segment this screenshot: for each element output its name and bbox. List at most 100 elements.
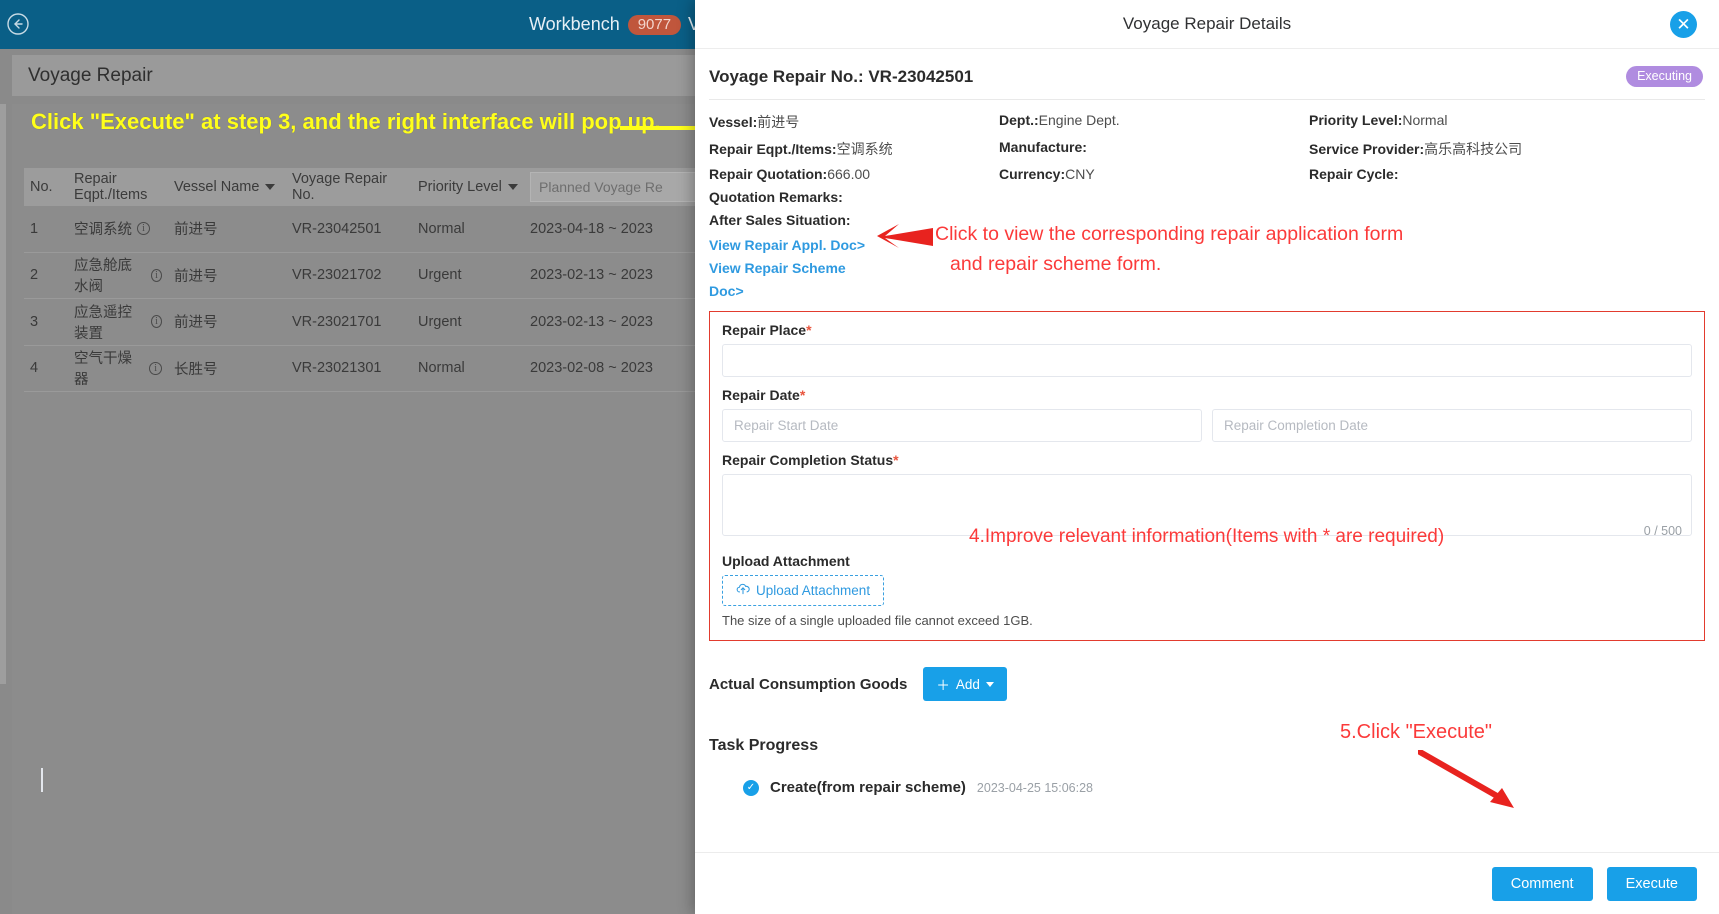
actual-consumption-goods-row: Actual Consumption Goods ＋ Add (709, 667, 1705, 701)
info-icon[interactable]: i (150, 315, 162, 329)
timeline-item-title: Create(from repair scheme) (770, 779, 966, 796)
info-icon[interactable]: i (150, 268, 162, 282)
repair-no-text: Voyage Repair No.: VR-23042501 (709, 66, 974, 86)
back-arrow-circle-icon[interactable] (6, 12, 30, 36)
timeline-connector (41, 768, 43, 792)
character-counter: 0 / 500 (1643, 524, 1682, 538)
comment-button[interactable]: Comment (1491, 866, 1593, 901)
meta-manufacture: Manufacture: (999, 139, 1309, 159)
meta-vessel: Vessel:前进号 (709, 112, 999, 132)
column-header-priority-level[interactable]: Priority Level (412, 179, 524, 195)
meta-manufacture-label: Manufacture: (999, 139, 1087, 155)
task-progress-title: Task Progress (709, 737, 819, 754)
meta-service-provider-label: Service Provider: (1309, 141, 1425, 157)
add-consumption-goods-button[interactable]: ＋ Add (923, 667, 1007, 701)
meta-service-provider-value: 高乐高科技公司 (1424, 141, 1523, 157)
repair-place-input[interactable] (722, 344, 1692, 377)
meta-priority-value: Normal (1402, 112, 1448, 128)
actual-consumption-goods-label: Actual Consumption Goods (709, 675, 908, 693)
cell-vessel-name: 长胜号 (174, 361, 218, 378)
meta-repair-quotation-value: 666.00 (827, 166, 871, 182)
column-header-no: No. (30, 179, 53, 195)
meta-repair-eqpt-label: Repair Eqpt./Items: (709, 141, 837, 157)
cell-priority-level: Urgent (418, 267, 462, 284)
cell-repair-eqpt: 应急遥控装置 i (68, 301, 168, 343)
cell-repair-eqpt-label: 应急舱底水阀 (74, 258, 132, 296)
cell-repair-eqpt-label: 空调系统 (74, 222, 132, 239)
close-icon[interactable]: ✕ (1670, 11, 1697, 38)
cell-vessel-name: 前进号 (174, 315, 218, 332)
cell-repair-eqpt: 空调系统 i (68, 218, 168, 239)
repair-completion-date-input[interactable] (1212, 409, 1692, 442)
dialog-header: Voyage Repair Details ✕ (695, 0, 1719, 49)
chevron-down-icon[interactable] (507, 184, 518, 190)
cell-voyage-repair-no: VR-23021702 (292, 267, 382, 284)
meta-blank-d (1309, 212, 1705, 228)
chevron-down-icon (985, 681, 994, 687)
cell-repair-eqpt: 应急舱底水阀 i (68, 254, 168, 296)
column-header-priority-level-label: Priority Level (418, 179, 502, 195)
plus-icon: ＋ (936, 678, 950, 693)
meta-blank-b (1309, 189, 1705, 205)
repair-date-label-text: Repair Date (722, 387, 800, 403)
dialog-footer: Comment Execute (695, 852, 1719, 914)
meta-vessel-label: Vessel: (709, 114, 758, 130)
document-links: View Repair Appl. Doc> View Repair Schem… (709, 228, 1705, 303)
meta-dept-value: Engine Dept. (1038, 112, 1120, 128)
dialog-title: Voyage Repair Details (1122, 14, 1292, 33)
column-header-repair-eqpt: Repair Eqpt./Items (74, 171, 148, 203)
upload-attachment-button-label: Upload Attachment (756, 583, 871, 598)
cell-repair-eqpt-label: 应急遥控装置 (74, 304, 132, 342)
chevron-down-icon[interactable] (265, 184, 276, 190)
column-header-voyage-repair-no: Voyage Repair No. (292, 171, 388, 203)
repair-start-date-input[interactable] (722, 409, 1202, 442)
meta-repair-cycle: Repair Cycle: (1309, 166, 1705, 182)
cell-no: 2 (30, 267, 39, 284)
repair-no-row: Voyage Repair No.: VR-23042501 Executing (709, 50, 1705, 99)
meta-after-sales-label: After Sales Situation: (709, 212, 851, 228)
upload-attachment-button[interactable]: Upload Attachment (722, 575, 885, 606)
workbench-label: Workbench (529, 14, 620, 34)
page-title: Voyage Repair (28, 64, 153, 86)
dialog-body: Voyage Repair No.: VR-23042501 Executing… (695, 50, 1719, 852)
topbar-item-workbench[interactable]: Workbench 9077 (529, 0, 682, 49)
timeline-item: ✓ Create(from repair scheme) 2023-04-25 … (743, 779, 1705, 796)
info-icon[interactable]: i (137, 222, 150, 236)
meta-priority: Priority Level:Normal (1309, 112, 1705, 132)
repair-date-row (722, 409, 1692, 442)
meta-repair-quotation-label: Repair Quotation: (709, 166, 828, 182)
cell-repair-eqpt: 空气干燥器 i (68, 347, 168, 389)
meta-blank-c (999, 212, 1309, 228)
cell-no: 4 (30, 360, 39, 377)
meta-currency-label: Currency: (999, 166, 1066, 182)
repair-completion-status-wrap: 0 / 500 (722, 474, 1692, 541)
left-scrollbar[interactable] (0, 104, 6, 684)
cell-no: 1 (30, 220, 39, 237)
meta-after-sales: After Sales Situation: (709, 212, 999, 228)
repair-date-label: Repair Date* (722, 387, 1692, 403)
add-button-label: Add (955, 676, 980, 692)
cell-priority-level: Normal (418, 360, 465, 377)
column-header-vessel-name-label: Vessel Name (174, 179, 260, 195)
view-repair-scheme-doc-link[interactable]: View Repair Scheme Doc> (709, 257, 877, 303)
annotation-banner-step3: Click "Execute" at step 3, and the right… (31, 109, 661, 134)
meta-repair-eqpt: Repair Eqpt./Items:空调系统 (709, 139, 999, 159)
cell-voyage-repair-no: VR-23021701 (292, 313, 382, 330)
execute-button[interactable]: Execute (1606, 866, 1697, 901)
repair-place-label-text: Repair Place (722, 322, 807, 338)
info-icon[interactable]: i (149, 361, 162, 375)
meta-repair-quotation: Repair Quotation:666.00 (709, 166, 999, 182)
repair-place-label: Repair Place* (722, 322, 1692, 338)
check-circle-icon: ✓ (743, 779, 759, 796)
view-repair-appl-doc-link[interactable]: View Repair Appl. Doc> (709, 234, 877, 257)
cell-vessel-name: 前进号 (174, 268, 218, 285)
voyage-repair-details-dialog: Voyage Repair Details ✕ Voyage Repair No… (695, 0, 1719, 914)
meta-priority-label: Priority Level: (1309, 112, 1403, 128)
cell-priority-level: Urgent (418, 313, 462, 330)
meta-repair-eqpt-value: 空调系统 (836, 141, 893, 157)
meta-quotation-remarks-label: Quotation Remarks: (709, 189, 843, 205)
required-marker: * (806, 322, 812, 338)
column-header-vessel-name[interactable]: Vessel Name (168, 179, 286, 195)
meta-service-provider: Service Provider:高乐高科技公司 (1309, 139, 1705, 159)
repair-completion-status-textarea[interactable] (722, 474, 1692, 536)
